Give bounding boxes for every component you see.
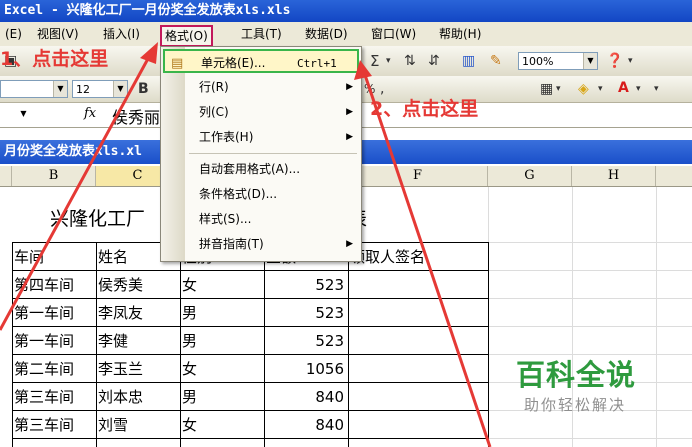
- annotation-arrowhead-2: [354, 60, 372, 80]
- annotation-step-1: 1、点击这里: [0, 48, 109, 70]
- annotation-arrow-2: [362, 71, 492, 447]
- annotation-arrow-1: [0, 54, 152, 331]
- watermark-logo: 百科全说 助你轻松解决: [502, 352, 652, 422]
- annotation-arrowhead-1: [140, 42, 158, 64]
- watermark-title: 百科全说: [516, 358, 637, 392]
- annotation-step-2: 2、点击这里: [370, 98, 479, 120]
- watermark-subtitle: 助你轻松解决: [524, 396, 627, 414]
